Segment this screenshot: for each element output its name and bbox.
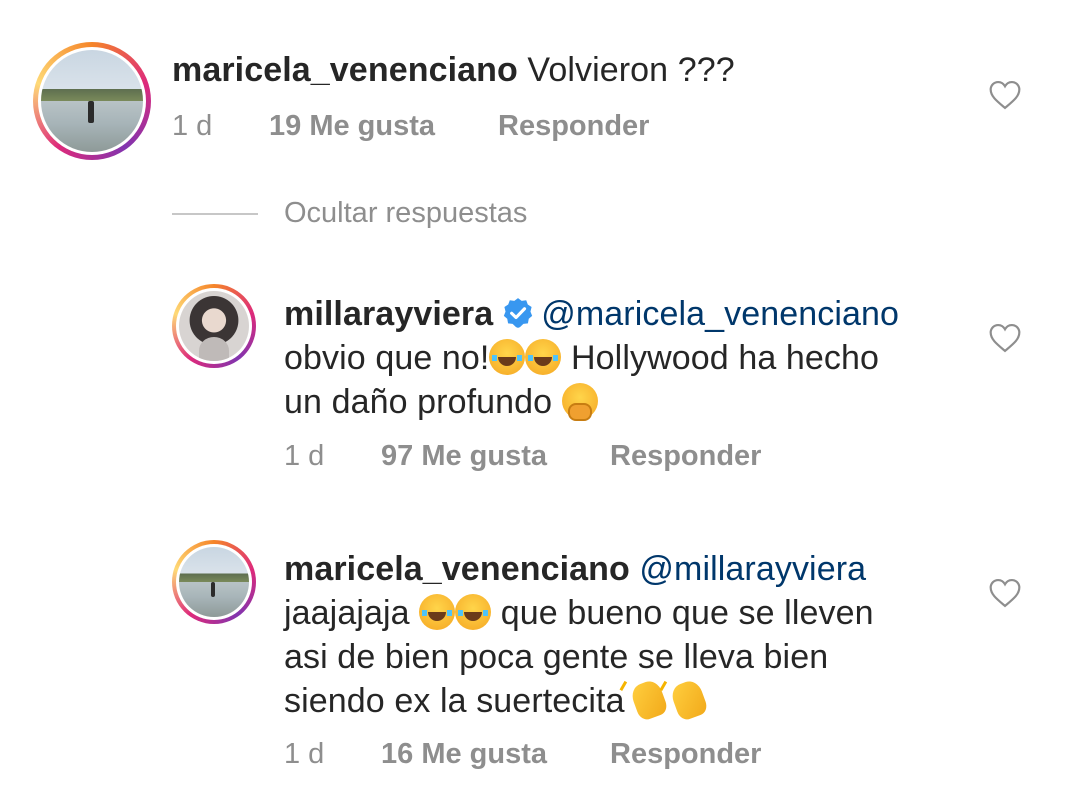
reply-line-3: un daño profundo — [284, 380, 899, 424]
avatar — [179, 291, 249, 361]
avatar-gap — [176, 288, 252, 364]
reply-meta: 1 d 97 Me gusta Responder — [284, 440, 761, 473]
hide-replies-label: Ocultar respuestas — [284, 197, 528, 229]
avatar-gap — [176, 544, 252, 620]
reply-body-part: Hollywood ha hecho — [561, 339, 880, 377]
reply-line-1: maricela_venenciano @millarayviera — [284, 547, 874, 591]
face-with-tears-of-joy-icon — [489, 339, 526, 375]
reply-body-part: siendo ex la suertecita — [284, 682, 635, 720]
reply-line-1: millarayviera @maricela_venenciano — [284, 292, 899, 336]
avatar-story-ring[interactable] — [172, 540, 256, 624]
reply-line-3: asi de bien poca gente se lleva bien — [284, 635, 874, 679]
avatar — [179, 547, 249, 617]
reply-button[interactable]: Responder — [610, 738, 761, 771]
comment-likes[interactable]: 19 Me gusta — [269, 110, 498, 143]
comment-username[interactable]: maricela_venenciano — [172, 51, 518, 89]
reply-line-4: siendo ex la suertecita — [284, 677, 874, 723]
face-with-hand-over-mouth-icon — [561, 383, 598, 421]
avatar-story-ring[interactable] — [172, 284, 256, 368]
comment-text: maricela_venenciano Volvieron ??? — [172, 48, 735, 92]
avatar — [41, 50, 143, 152]
face-with-tears-of-joy-icon — [525, 339, 562, 375]
hide-replies-line — [172, 212, 258, 215]
avatar-gap — [38, 47, 146, 155]
reply-mention[interactable]: @maricela_venenciano — [541, 295, 899, 333]
reply-line-2: jaajajaja que bueno que se lleven — [284, 591, 874, 635]
reply-username[interactable]: maricela_venenciano — [284, 550, 630, 588]
reply-likes[interactable]: 97 Me gusta — [381, 440, 610, 473]
verified-badge-icon — [504, 298, 533, 328]
reply-body-part: jaajajaja — [284, 594, 420, 632]
comment-body: Volvieron ??? — [527, 51, 735, 89]
reply-body-part: que bueno que se lleven — [491, 594, 874, 632]
reply-line-2: obvio que no! Hollywood ha hecho — [284, 336, 899, 380]
clapping-hands-icon — [668, 677, 709, 723]
reply-meta: 1 d 16 Me gusta Responder — [284, 738, 761, 771]
hide-replies-toggle[interactable]: Ocultar respuestas — [172, 197, 527, 230]
heart-outline-icon[interactable] — [988, 323, 1022, 353]
face-with-tears-of-joy-icon — [455, 594, 492, 630]
reply-text: maricela_venenciano @millarayviera jaaja… — [284, 547, 874, 723]
reply-button[interactable]: Responder — [610, 440, 761, 473]
reply-time: 1 d — [284, 440, 325, 472]
comment-meta: 1 d 19 Me gusta Responder — [172, 110, 649, 143]
reply-text: millarayviera @maricela_venenciano obvio… — [284, 292, 899, 424]
reply-likes[interactable]: 16 Me gusta — [381, 738, 610, 771]
comment-time: 1 d — [172, 110, 213, 142]
reply-username[interactable]: millarayviera — [284, 295, 493, 333]
reply-time: 1 d — [284, 738, 325, 770]
face-with-tears-of-joy-icon — [419, 594, 456, 630]
reply-body-part: un daño profundo — [284, 383, 562, 421]
reply-body-part: asi de bien poca gente se lleva bien — [284, 638, 829, 676]
reply-mention[interactable]: @millarayviera — [639, 550, 866, 588]
heart-outline-icon[interactable] — [988, 80, 1022, 110]
avatar-story-ring[interactable] — [33, 42, 151, 160]
heart-outline-icon[interactable] — [988, 578, 1022, 608]
reply-body-part: obvio que no! — [284, 339, 490, 377]
reply-button[interactable]: Responder — [498, 110, 649, 143]
